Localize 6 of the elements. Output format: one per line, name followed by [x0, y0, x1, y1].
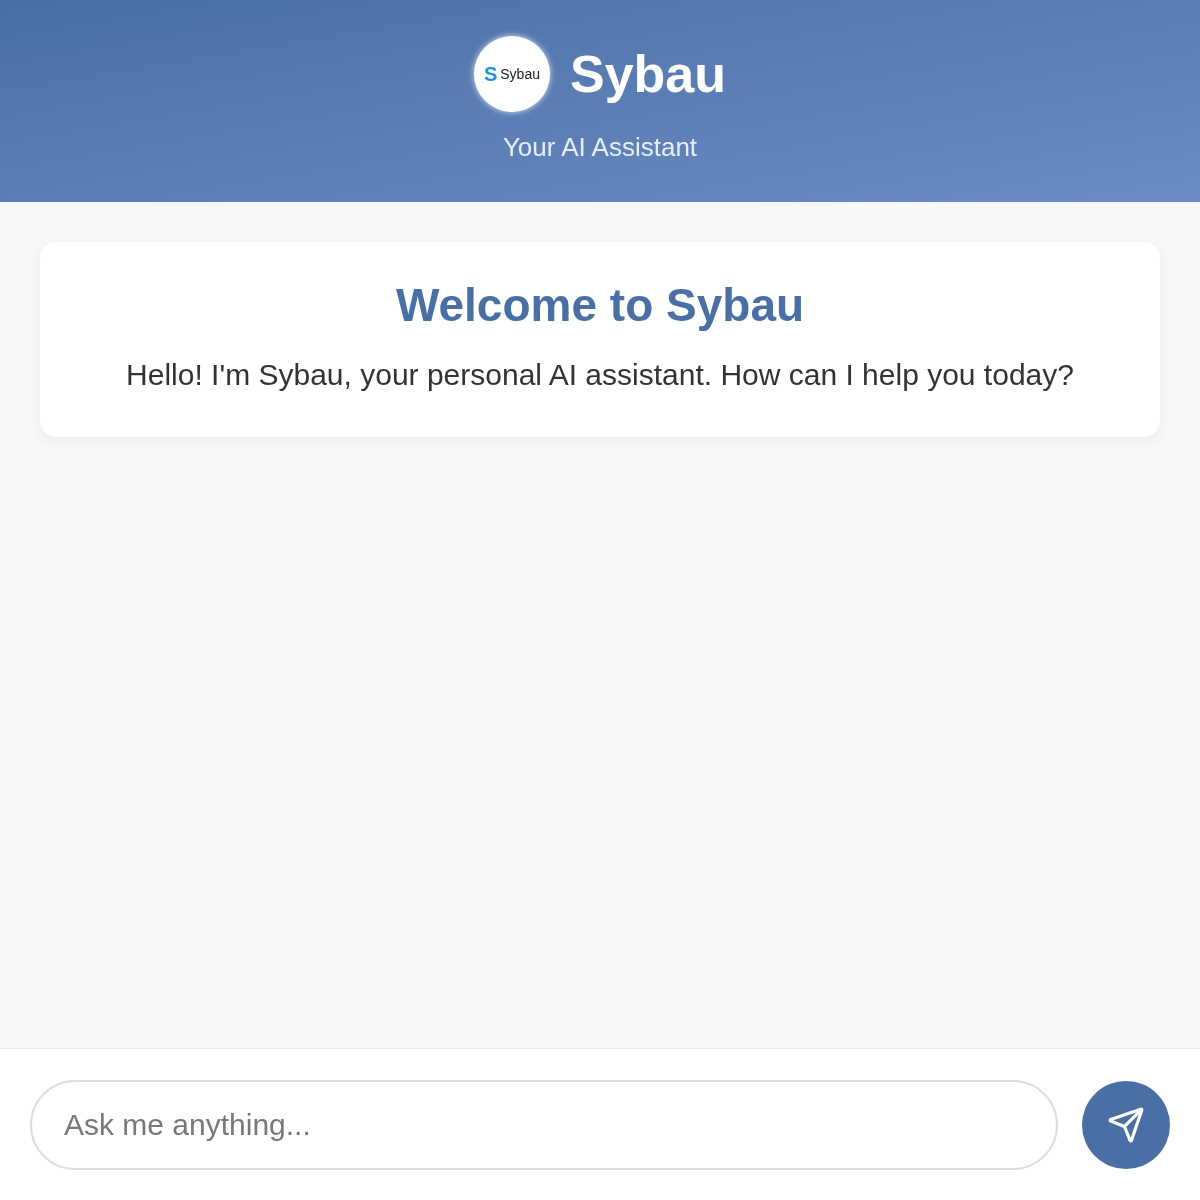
message-input[interactable]: Ask me anything... [30, 1079, 1058, 1170]
welcome-message: Hello! I'm Sybau, your personal AI assistant. How can I help you today? [126, 357, 1074, 393]
logo-mark: S [483, 63, 498, 84]
app-subtitle: Your AI Assistant [502, 130, 698, 164]
logo-text: Sybau [500, 66, 540, 81]
send-icon [1107, 1105, 1145, 1144]
